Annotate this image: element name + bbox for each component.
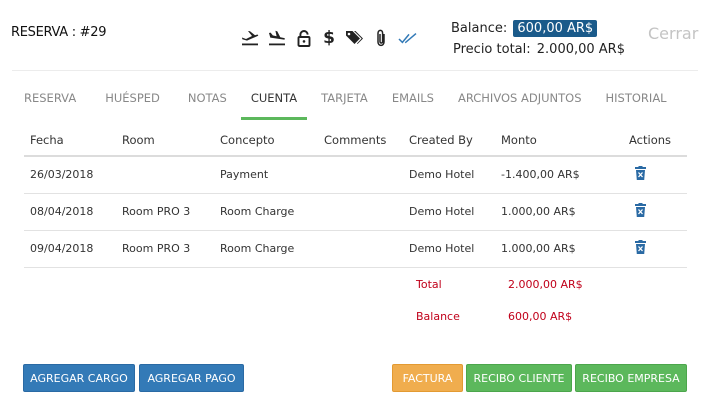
cell-monto: -1.400,00 AR$ [495,156,623,194]
tab-bar: RESERVA HUÉSPED NOTAS CUENTA TARJETA EMA… [24,91,667,121]
total-value: 2.000,00 AR$ [508,278,583,291]
cell-concepto: Room Charge [214,193,318,231]
double-check-icon[interactable] [398,28,418,48]
column-header-actions: Actions [623,124,687,157]
column-header-concepto: Concepto [214,124,318,157]
cell-comments [318,193,403,231]
cell-created-by: Demo Hotel [403,193,495,231]
tab-huesped[interactable]: HUÉSPED [105,91,160,121]
table-row: 26/03/2018 Payment Demo Hotel -1.400,00 … [24,156,687,194]
paperclip-icon[interactable] [371,28,391,48]
modal-header: RESERVA : #29 $ Balance: 600,00 AR$ Prec… [0,0,709,70]
balance-display: Balance: 600,00 AR$ [451,20,598,37]
balance-total-value: 600,00 AR$ [508,310,573,323]
tab-tarjeta[interactable]: TARJETA [321,91,368,121]
cell-actions [623,230,687,268]
precio-total: Precio total: 2.000,00 AR$ [451,42,625,57]
recibo-empresa-button[interactable]: RECIBO EMPRESA [575,364,687,392]
table-row: 08/04/2018 Room PRO 3 Room Charge Demo H… [24,193,687,231]
cell-comments [318,156,403,194]
tags-icon[interactable] [344,28,364,48]
tab-reserva[interactable]: RESERVA [24,91,76,121]
cell-room: Room PRO 3 [116,193,214,231]
cell-created-by: Demo Hotel [403,230,495,268]
plane-departure-icon[interactable] [240,28,260,48]
recibo-cliente-button[interactable]: RECIBO CLIENTE [466,364,572,392]
lock-icon[interactable] [294,28,314,48]
column-header-room: Room [116,124,214,157]
column-header-fecha: Fecha [24,124,116,157]
agregar-pago-button[interactable]: AGREGAR PAGO [139,364,244,392]
cell-comments [318,230,403,268]
delete-icon[interactable] [635,203,646,220]
cell-room: Room PRO 3 [116,230,214,268]
cell-actions [623,156,687,194]
reservation-title: RESERVA : #29 [11,25,107,40]
dollar-icon[interactable]: $ [321,28,337,48]
cell-fecha: 26/03/2018 [24,156,116,194]
cell-monto: 1.000,00 AR$ [495,193,623,231]
cell-fecha: 08/04/2018 [24,193,116,231]
tab-archivos-adjuntos[interactable]: ARCHIVOS ADJUNTOS [458,91,582,121]
cell-monto: 1.000,00 AR$ [495,230,623,268]
tab-cuenta[interactable]: CUENTA [240,91,308,121]
tab-historial[interactable]: HISTORIAL [606,91,667,121]
plane-arrival-icon[interactable] [267,28,287,48]
precio-value: 2.000,00 AR$ [536,42,625,57]
tab-notas[interactable]: NOTAS [188,91,227,121]
table-header-row: Fecha Room Concepto Comments Created By … [24,124,687,157]
header-divider [12,70,698,71]
delete-icon[interactable] [635,166,646,183]
column-header-created-by: Created By [403,124,495,157]
total-label: Total [416,278,442,291]
column-header-monto: Monto [495,124,623,157]
precio-label: Precio total: [453,42,531,57]
cell-room [116,156,214,194]
balance-total-label: Balance [416,310,460,323]
table-row: 09/04/2018 Room PRO 3 Room Charge Demo H… [24,230,687,268]
delete-icon[interactable] [635,240,646,257]
column-header-comments: Comments [318,124,403,157]
account-table: Fecha Room Concepto Comments Created By … [24,124,687,268]
cell-created-by: Demo Hotel [403,156,495,194]
agregar-cargo-button[interactable]: AGREGAR CARGO [23,364,135,392]
cell-concepto: Room Charge [214,230,318,268]
cell-actions [623,193,687,231]
action-icons: $ [240,28,425,48]
balance-label: Balance: [451,21,508,36]
close-button[interactable]: Cerrar [648,24,698,43]
factura-button[interactable]: FACTURA [392,364,463,392]
cell-concepto: Payment [214,156,318,194]
cell-fecha: 09/04/2018 [24,230,116,268]
tab-emails[interactable]: EMAILS [392,91,434,121]
balance-badge: 600,00 AR$ [513,20,598,37]
